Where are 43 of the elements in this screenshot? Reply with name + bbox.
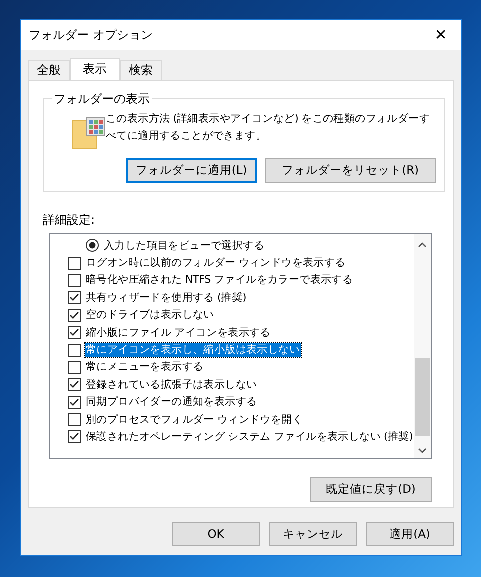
folder-icon — [72, 117, 106, 151]
scroll-down-icon[interactable] — [418, 448, 428, 454]
restore-defaults-button[interactable]: 既定値に戻す(D) — [310, 477, 432, 502]
checkbox[interactable] — [68, 413, 81, 426]
option-label[interactable]: 縮小版にファイル アイコンを表示する — [85, 326, 272, 340]
checkbox[interactable] — [68, 378, 81, 392]
checkbox[interactable] — [68, 430, 81, 444]
description-text: この表示方法 (詳細表示やアイコンなど) をこの種類のフォルダーすべてに適用することができます。 — [106, 112, 431, 144]
option-label[interactable]: ログオン時に以前のフォルダー ウィンドウを表示する — [85, 256, 347, 270]
checkbox[interactable] — [68, 326, 81, 340]
checkbox[interactable] — [68, 396, 81, 409]
checkbox[interactable] — [68, 274, 81, 287]
tab[interactable]: 全般 — [28, 60, 70, 80]
folder-button[interactable]: フォルダーに適用(L) — [126, 158, 258, 183]
tab[interactable]: 検索 — [120, 60, 162, 80]
option-label[interactable]: 暗号化や圧縮された NTFS ファイルをカラーで表示する — [85, 273, 354, 288]
folder-button[interactable]: フォルダーをリセット(R) — [265, 158, 436, 183]
scrollbar[interactable] — [414, 234, 432, 458]
option-label[interactable]: 共有ウィザードを使用する (推奨) — [85, 290, 248, 305]
option-label[interactable]: 登録されている拡張子は表示しない — [85, 378, 258, 392]
option-label[interactable]: 同期プロバイダーの通知を表示する — [85, 395, 258, 410]
tab[interactable]: 表示 — [70, 58, 120, 80]
option-label[interactable]: 入力した項目をビューで選択する — [103, 238, 266, 253]
checkbox[interactable] — [68, 256, 81, 270]
dialog-button[interactable]: OK — [172, 522, 260, 546]
option-label[interactable]: 常にアイコンを表示し、縮小版は表示しない — [85, 343, 302, 358]
radio-button[interactable] — [86, 239, 99, 252]
group-title: フォルダーの表示 — [52, 91, 152, 108]
option-label[interactable]: 空のドライブは表示しない — [85, 308, 216, 322]
scroll-up-icon[interactable] — [418, 242, 428, 248]
dialog-button[interactable]: キャンセル — [269, 522, 357, 546]
checkbox[interactable] — [68, 360, 81, 374]
checkbox[interactable] — [68, 308, 81, 322]
option-label[interactable]: 保護されたオペレーティング システム ファイルを表示しない (推奨) — [85, 430, 414, 444]
scroll-thumb[interactable] — [415, 358, 430, 436]
close-button[interactable]: ✕ — [421, 20, 461, 50]
option-label[interactable]: 常にメニューを表示する — [85, 360, 205, 374]
window-title: フォルダー オプション — [29, 26, 153, 44]
checkbox[interactable] — [68, 344, 81, 357]
section-label: 詳細設定: — [43, 212, 96, 229]
option-label[interactable]: 別のプロセスでフォルダー ウィンドウを開く — [85, 412, 304, 427]
dialog-button[interactable]: 適用(A) — [366, 522, 454, 546]
checkbox[interactable] — [68, 291, 81, 304]
